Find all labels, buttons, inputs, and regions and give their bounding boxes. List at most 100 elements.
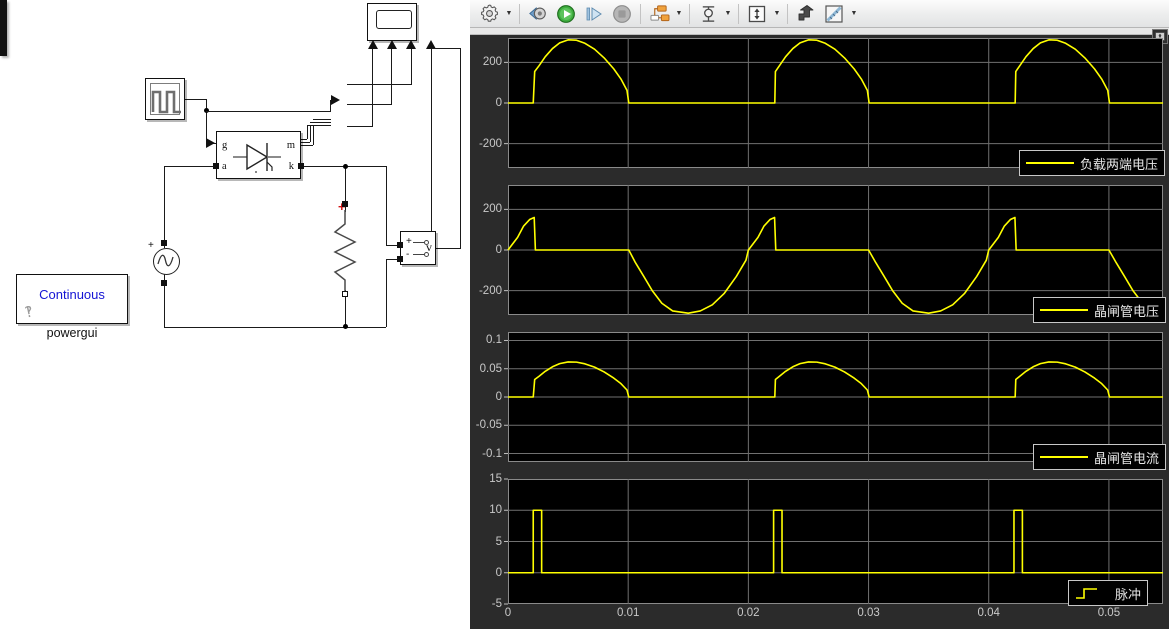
toolbar-separator xyxy=(787,4,788,24)
y-axis-tick-label: -0.1 xyxy=(471,448,502,460)
wire xyxy=(301,139,307,140)
wire xyxy=(185,99,207,100)
play-icon xyxy=(556,4,576,24)
cursor-measurements-button[interactable] xyxy=(694,1,722,27)
ac-source-port-minus[interactable] xyxy=(161,280,167,286)
pulse-generator-block[interactable] xyxy=(145,78,185,120)
thyristor-block[interactable]: g a m k xyxy=(216,131,301,179)
chevron-down-icon[interactable]: ▼ xyxy=(722,2,734,26)
plot-grid-and-trace xyxy=(470,475,1169,629)
thyristor-gate-arrow xyxy=(206,138,215,148)
run-simulation-debug-button[interactable] xyxy=(524,1,552,27)
simulink-model-canvas[interactable]: g a m k xyxy=(0,0,470,629)
pulse-glyph xyxy=(151,84,183,118)
x-axis-tick-label: 0.05 xyxy=(1098,607,1120,619)
toolbar-separator xyxy=(689,4,690,24)
thyristor-port-a-label: a xyxy=(222,161,227,172)
wire xyxy=(347,84,412,85)
y-axis-tick-label: -5 xyxy=(471,598,502,610)
chevron-down-icon[interactable]: ▼ xyxy=(771,2,783,26)
wire xyxy=(460,48,461,248)
x-axis-tick-label: 0.01 xyxy=(617,607,639,619)
legend-label: 晶闸管电流 xyxy=(1094,448,1159,467)
chevron-down-icon[interactable]: ▼ xyxy=(848,2,860,26)
y-axis-tick-label: -200 xyxy=(471,285,502,297)
mux[interactable] xyxy=(0,0,7,56)
plot-legend[interactable]: 晶闸管电压 xyxy=(1033,297,1166,323)
load-voltage-plot[interactable]: 负载两端电压 2000-200 xyxy=(470,34,1169,180)
wire xyxy=(313,119,331,120)
wire xyxy=(313,125,314,145)
x-axis-tick-label: 0.04 xyxy=(978,607,1000,619)
voltmeter-v-label: v xyxy=(426,240,432,255)
voltmeter-port-plus[interactable] xyxy=(397,242,403,248)
mux-input-arrow xyxy=(331,95,340,105)
autoscale-icon xyxy=(747,4,767,24)
wire xyxy=(307,125,331,126)
x-axis-tick-label: 0.02 xyxy=(737,607,759,619)
wire xyxy=(372,48,373,126)
y-axis-tick-label: 0 xyxy=(471,567,502,579)
powergui-name-label: powergui xyxy=(16,326,128,340)
y-axis-tick-label: 0.1 xyxy=(471,334,502,346)
ac-source-plus-label: + xyxy=(148,240,154,251)
stop-icon xyxy=(612,4,632,24)
y-axis-tick-label: 0 xyxy=(471,391,502,403)
scope-toolbar[interactable]: ▼ xyxy=(470,0,1169,28)
signal-selector-button[interactable] xyxy=(645,1,673,27)
step-forward-button[interactable] xyxy=(580,1,608,27)
legend-line-swatch xyxy=(1026,162,1074,164)
voltmeter-port-minus[interactable] xyxy=(397,256,403,262)
scope-plot-area[interactable]: 负载两端电压 2000-200 晶闸管电压 2000-200 晶闸管电流 xyxy=(470,28,1169,629)
pulse-waveform-icon xyxy=(150,83,180,115)
scope-block[interactable] xyxy=(367,3,417,41)
chevron-down-icon[interactable]: ▼ xyxy=(673,2,685,26)
plot-legend[interactable]: 晶闸管电流 xyxy=(1033,444,1166,470)
stop-button[interactable] xyxy=(608,1,636,27)
plot-legend[interactable]: 负载两端电压 xyxy=(1019,150,1165,176)
voltmeter-plus-label: + xyxy=(406,236,412,247)
wire xyxy=(164,166,214,167)
configuration-properties-button[interactable] xyxy=(475,1,503,27)
run-button[interactable] xyxy=(552,1,580,27)
wire xyxy=(436,248,461,249)
y-axis-tick-label: 0 xyxy=(471,244,502,256)
wire xyxy=(431,48,461,49)
application-window: g a m k xyxy=(0,0,1169,629)
scope-input-arrow xyxy=(387,40,397,49)
powergui-block[interactable]: Continuous ‽ xyxy=(16,274,128,324)
thyristor-symbol-icon xyxy=(231,138,291,178)
step-forward-icon xyxy=(584,4,604,24)
wire xyxy=(411,48,412,84)
wire-junction xyxy=(343,324,348,329)
measurements-button[interactable] xyxy=(820,1,848,27)
series-rlc-branch-block[interactable]: + xyxy=(331,210,359,292)
link-icon: ‽ xyxy=(23,302,35,321)
wire xyxy=(386,259,387,327)
resistor-icon xyxy=(331,210,359,292)
wire xyxy=(391,48,392,104)
voltage-measurement-block[interactable]: + - v xyxy=(400,231,436,265)
chevron-down-icon[interactable]: ▼ xyxy=(503,2,515,26)
ac-source-port-plus[interactable] xyxy=(161,240,167,246)
autoscale-button[interactable] xyxy=(743,1,771,27)
wire xyxy=(347,126,373,127)
wire xyxy=(301,142,310,143)
y-axis-tick-label: -0.05 xyxy=(471,419,502,431)
wire xyxy=(431,48,432,248)
resistor-port-top[interactable] xyxy=(342,201,348,207)
simulate-debug-icon xyxy=(528,4,548,23)
thyristor-current-plot[interactable]: 晶闸管电流 0.10.050-0.05-0.1 xyxy=(470,328,1169,474)
gate-pulse-plot[interactable]: 脉冲 151050-500.010.020.030.040.05 xyxy=(470,475,1169,629)
ac-voltage-source-block[interactable]: + xyxy=(153,248,180,275)
legend-label: 脉冲 xyxy=(1115,584,1141,603)
x-axis-tick-label: 0 xyxy=(505,607,511,619)
resistor-port-bottom[interactable] xyxy=(342,291,348,297)
share-export-button[interactable] xyxy=(792,1,820,27)
wire xyxy=(347,104,392,105)
plot-legend[interactable]: 脉冲 xyxy=(1068,580,1148,606)
thyristor-voltage-plot[interactable]: 晶闸管电压 2000-200 xyxy=(470,181,1169,327)
wire xyxy=(307,125,308,139)
export-arrow-icon xyxy=(796,4,816,24)
legend-label: 负载两端电压 xyxy=(1080,154,1158,173)
